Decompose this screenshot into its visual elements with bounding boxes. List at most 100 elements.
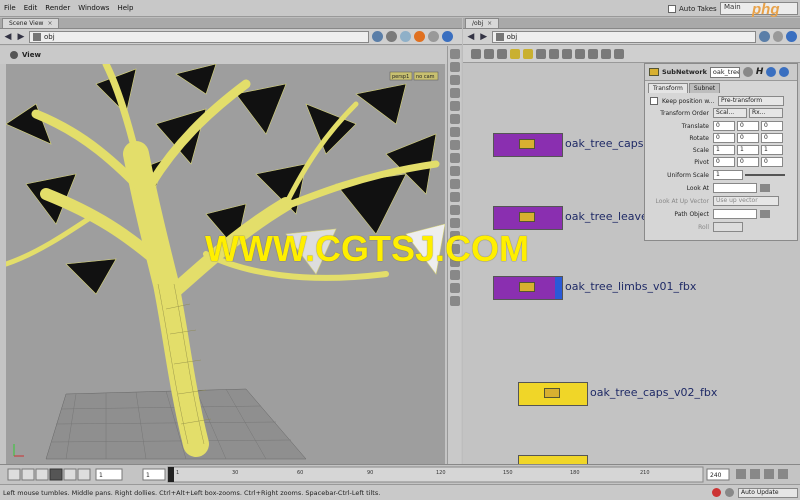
tool-icon-9[interactable] (449, 153, 460, 163)
pin-icon[interactable] (372, 31, 383, 42)
cache-icon[interactable] (725, 488, 734, 497)
flag-icon[interactable] (588, 48, 598, 59)
view-label[interactable]: View (22, 51, 41, 59)
tool-icon-1[interactable] (449, 49, 460, 59)
tool-icon-5[interactable] (449, 101, 460, 111)
pivot-x-field[interactable]: 0 (713, 157, 735, 167)
tool-icon-13[interactable] (449, 205, 460, 215)
node-chooser-icon[interactable] (760, 210, 770, 218)
uniform-scale-slider[interactable] (745, 174, 785, 176)
zoom-icon[interactable] (562, 48, 572, 59)
tool-icon-11[interactable] (449, 179, 460, 189)
tool-icon-4[interactable] (449, 88, 460, 98)
tool-icon-12[interactable] (449, 192, 460, 202)
tool-icon-14[interactable] (449, 218, 460, 228)
node-chooser-icon[interactable] (760, 184, 770, 192)
display-flag[interactable] (555, 277, 562, 299)
rotate-y-field[interactable]: 0 (737, 133, 759, 143)
link-icon[interactable] (386, 31, 397, 42)
rotate-order-dropdown[interactable]: Rx... (749, 108, 783, 118)
info-icon[interactable] (766, 67, 777, 77)
menu-windows[interactable]: Windows (74, 4, 113, 12)
tab-scene-view[interactable]: Scene View × (2, 18, 60, 28)
back-arrow-icon[interactable]: ◀ (466, 32, 476, 42)
rotate-x-field[interactable]: 0 (713, 133, 735, 143)
rotate-z-field[interactable]: 0 (761, 133, 783, 143)
close-icon[interactable]: × (487, 20, 492, 27)
first-frame-button[interactable] (7, 468, 21, 481)
pin-icon[interactable] (758, 31, 770, 42)
tool-icon-10[interactable] (449, 166, 460, 176)
scene-path-field[interactable]: obj (29, 30, 369, 43)
tool-icon-20[interactable] (449, 296, 460, 306)
tool-icon-2[interactable] (449, 62, 460, 72)
tool-icon-19[interactable] (449, 283, 460, 293)
tab-network[interactable]: /obj × (465, 18, 500, 28)
auto-update-dropdown[interactable]: Auto Update (738, 487, 798, 498)
grid-icon[interactable] (471, 48, 481, 59)
tool-icon-18[interactable] (449, 270, 460, 280)
menu-file[interactable]: File (0, 4, 20, 12)
options-icon[interactable] (778, 469, 788, 479)
scale-y-field[interactable]: 1 (737, 145, 759, 155)
path-object-field[interactable] (713, 209, 757, 219)
back-arrow-icon[interactable]: ◀ (3, 32, 13, 42)
translate-x-field[interactable]: 0 (713, 121, 735, 131)
transform-order-dropdown[interactable]: Scal... (713, 108, 747, 118)
auto-takes-checkbox[interactable] (668, 4, 676, 13)
keep-position-dropdown[interactable]: Pre-transform (718, 96, 784, 106)
translate-y-field[interactable]: 0 (737, 121, 759, 131)
settings-icon[interactable] (428, 31, 439, 42)
tool-icon-8[interactable] (449, 140, 460, 150)
error-icon[interactable] (712, 488, 721, 497)
help-icon[interactable] (786, 31, 798, 42)
frame-icon[interactable] (575, 48, 585, 59)
tab-subnet[interactable]: Subnet (688, 83, 721, 93)
forward-arrow-icon[interactable]: ▶ (479, 32, 489, 42)
scale-z-field[interactable]: 1 (761, 145, 783, 155)
tool-icon-6[interactable] (449, 114, 460, 124)
forward-arrow-icon[interactable]: ▶ (16, 32, 26, 42)
menu-render[interactable]: Render (41, 4, 74, 12)
help-icon[interactable] (442, 31, 453, 42)
node-name-field[interactable]: oak_tree (709, 66, 740, 78)
audio-icon[interactable] (750, 469, 760, 479)
display-icon[interactable] (400, 31, 411, 42)
tab-transform[interactable]: Transform (648, 83, 688, 93)
last-frame-button[interactable] (77, 468, 91, 481)
maximize-icon[interactable] (614, 48, 624, 59)
settings-icon[interactable] (772, 31, 784, 42)
tool-icon-7[interactable] (449, 127, 460, 137)
scale-x-field[interactable]: 1 (713, 145, 735, 155)
layout-icon[interactable] (536, 48, 546, 59)
tree-view-icon[interactable] (497, 48, 507, 59)
menu-help[interactable]: Help (113, 4, 137, 12)
key-icon[interactable] (736, 469, 746, 479)
play-reverse-button[interactable] (35, 468, 49, 481)
translate-z-field[interactable]: 0 (761, 121, 783, 131)
prev-key-button[interactable] (21, 468, 35, 481)
up-vector-dropdown[interactable]: Use up vector (713, 196, 779, 206)
realtime-icon[interactable] (764, 469, 774, 479)
network-box-icon[interactable] (523, 48, 533, 59)
tool-icon-3[interactable] (449, 75, 460, 85)
menu-edit[interactable]: Edit (20, 4, 42, 12)
close-icon[interactable]: × (47, 20, 52, 27)
list-icon[interactable] (484, 48, 494, 59)
options-icon[interactable] (601, 48, 611, 59)
stop-button[interactable] (49, 468, 63, 481)
play-button[interactable] (63, 468, 77, 481)
gear-icon[interactable] (742, 67, 753, 77)
roll-field[interactable] (713, 222, 743, 232)
help-icon[interactable] (779, 67, 790, 77)
snap-icon[interactable] (549, 48, 559, 59)
subnet-node-partial[interactable] (518, 455, 588, 464)
uniform-scale-field[interactable]: 1 (713, 170, 743, 180)
playhead[interactable] (168, 467, 174, 482)
sticky-note-icon[interactable] (510, 48, 520, 59)
keep-position-checkbox[interactable] (650, 97, 658, 105)
auto-takes-toggle[interactable]: Auto Takes (668, 2, 718, 15)
pivot-y-field[interactable]: 0 (737, 157, 759, 167)
render-icon[interactable] (414, 31, 425, 42)
pivot-z-field[interactable]: 0 (761, 157, 783, 167)
